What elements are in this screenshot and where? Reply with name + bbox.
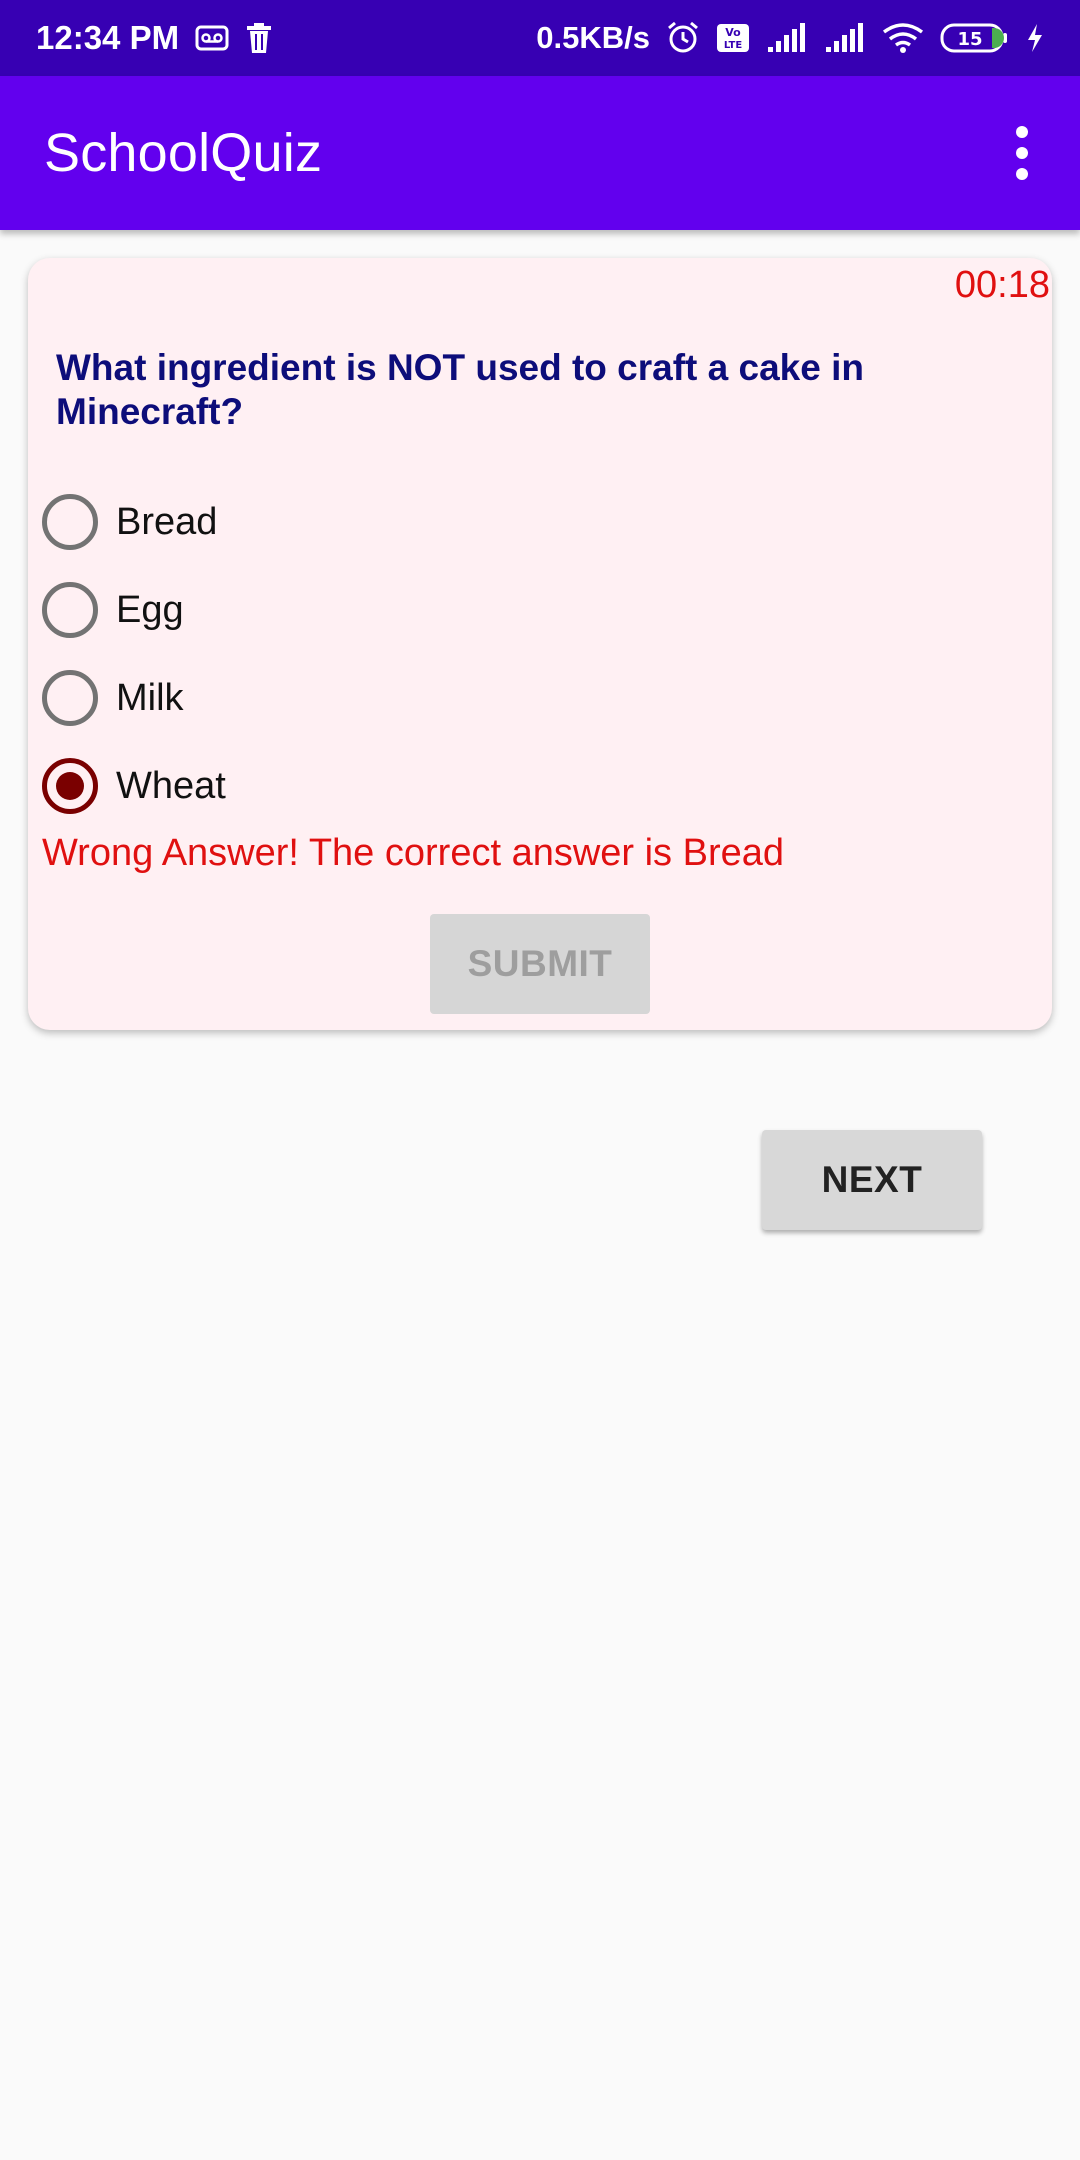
countdown-timer: 00:18 bbox=[954, 264, 1050, 306]
option-milk[interactable]: Milk bbox=[42, 654, 1022, 742]
app-title: SchoolQuiz bbox=[44, 123, 323, 183]
option-bread[interactable]: Bread bbox=[42, 478, 1022, 566]
status-bar: 12:34 PM 0.5KB/s Vo LTE 15 bbox=[0, 0, 1080, 76]
radio-button[interactable] bbox=[42, 670, 98, 726]
signal-icon bbox=[824, 23, 866, 53]
network-speed: 0.5KB/s bbox=[536, 20, 650, 55]
quiz-card: 00:18 What ingredient is NOT used to cra… bbox=[28, 258, 1052, 1030]
svg-text:LTE: LTE bbox=[724, 40, 743, 51]
charging-icon bbox=[1026, 23, 1044, 53]
option-egg[interactable]: Egg bbox=[42, 566, 1022, 654]
submit-button[interactable]: SUBMIT bbox=[430, 914, 650, 1014]
trash-icon bbox=[245, 22, 273, 54]
volte-icon: Vo LTE bbox=[716, 23, 750, 53]
signal-icon bbox=[766, 23, 808, 53]
status-bar-right: 0.5KB/s Vo LTE 15 bbox=[536, 20, 1044, 56]
radio-button[interactable] bbox=[42, 494, 98, 550]
option-label: Milk bbox=[116, 676, 184, 719]
radio-button[interactable] bbox=[42, 582, 98, 638]
status-bar-left: 12:34 PM bbox=[36, 19, 273, 57]
alarm-icon bbox=[666, 21, 700, 55]
question-text: What ingredient is NOT used to craft a c… bbox=[56, 347, 864, 432]
option-label: Wheat bbox=[116, 764, 226, 807]
answer-options: Bread Egg Milk Wheat bbox=[42, 478, 1022, 830]
radio-dot bbox=[56, 772, 84, 800]
option-label: Egg bbox=[116, 588, 184, 631]
radio-button-selected[interactable] bbox=[42, 758, 98, 814]
option-wheat[interactable]: Wheat bbox=[42, 742, 1022, 830]
next-button[interactable]: NEXT bbox=[762, 1130, 982, 1230]
more-vert-icon[interactable] bbox=[992, 113, 1052, 193]
app-bar: SchoolQuiz bbox=[0, 76, 1080, 230]
battery-icon: 15 bbox=[940, 22, 1010, 54]
status-time: 12:34 PM bbox=[36, 19, 180, 56]
battery-level: 15 bbox=[957, 29, 982, 50]
voicemail-icon bbox=[195, 24, 229, 52]
option-label: Bread bbox=[116, 500, 218, 543]
wifi-icon bbox=[882, 22, 924, 54]
svg-text:Vo: Vo bbox=[725, 26, 741, 39]
answer-feedback: Wrong Answer! The correct answer is Brea… bbox=[42, 832, 785, 874]
